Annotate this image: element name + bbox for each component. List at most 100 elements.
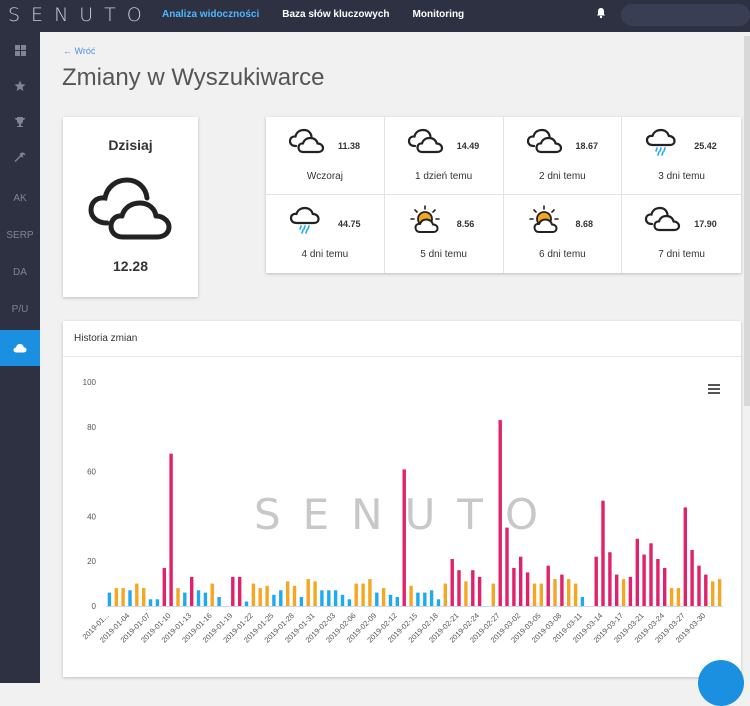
y-tick-label: 60 (87, 468, 96, 477)
nav-baza-slow-kluczowych[interactable]: Baza słów kluczowych (282, 9, 389, 20)
bar (306, 579, 310, 606)
bar (279, 590, 283, 606)
bar (286, 581, 290, 606)
y-tick-label: 100 (83, 378, 97, 387)
scrollbar[interactable] (744, 36, 750, 406)
chart-menu-icon[interactable] (708, 384, 720, 394)
bar (697, 565, 701, 606)
bar (423, 592, 427, 606)
sidebar-item-pu[interactable]: P/U (0, 291, 40, 327)
bar (525, 572, 530, 606)
days-grid: 11.38 Wczoraj 14.49 1 dzień temu 18.67 2 dni … (266, 117, 741, 273)
bar (176, 588, 180, 606)
sidebar-item-serp[interactable]: SERP (0, 217, 40, 253)
bar (320, 590, 324, 606)
cloud-icon (88, 177, 172, 240)
bar (162, 567, 166, 606)
bar (532, 583, 537, 606)
day-label: 2 dni temu (539, 171, 586, 182)
sidebar-item-da[interactable]: DA (0, 254, 40, 290)
bar (272, 594, 276, 606)
day-value: 8.56 (456, 219, 475, 229)
bar (615, 574, 619, 606)
bar (477, 576, 482, 606)
bar (409, 585, 413, 606)
sun-cloud-icon (409, 205, 440, 233)
sidebar-item-ak[interactable]: AK (0, 180, 40, 216)
bar (196, 590, 201, 606)
bar (683, 507, 687, 606)
bar (327, 590, 331, 606)
bar (471, 570, 475, 606)
day-cell: 8.68 6 dni temu (504, 195, 623, 273)
bar (292, 585, 297, 606)
sidebar-item-search-changes[interactable] (0, 330, 40, 366)
bar (656, 559, 660, 606)
cloud-icon (526, 128, 562, 154)
bar (553, 579, 557, 606)
top-bar: SENUTO Analiza widoczności Baza słów klu… (0, 0, 750, 32)
cloud-icon (13, 344, 27, 353)
bar (148, 599, 153, 606)
bar (265, 585, 269, 606)
bar (635, 538, 639, 606)
watermark: SENUTO (254, 490, 560, 539)
bar (107, 592, 112, 606)
sidebar-item-trophy[interactable] (0, 104, 40, 140)
cloud-icon (407, 128, 443, 154)
day-cell: 11.38 Wczoraj (266, 117, 385, 195)
sidebar-item-star[interactable] (0, 68, 40, 104)
bar (121, 588, 125, 606)
bar (217, 597, 221, 606)
bar (169, 453, 173, 606)
bar (340, 594, 345, 606)
sidebar-item-dashboard[interactable] (0, 32, 40, 68)
senuto-logo[interactable]: SENUTO (8, 4, 153, 26)
bar (443, 583, 447, 606)
day-cell: 44.75 4 dni temu (266, 195, 385, 273)
back-link[interactable]: ← Wróć (63, 46, 95, 56)
rain-cloud-icon (289, 206, 320, 234)
nav-analiza-widocznosci[interactable]: Analiza widoczności (162, 9, 259, 20)
user-search-pill[interactable] (621, 4, 750, 26)
bar (457, 570, 461, 606)
chat-button[interactable] (698, 660, 744, 706)
wrench-icon (14, 152, 26, 162)
trophy-icon (15, 117, 25, 127)
sidebar-item-tools[interactable] (0, 140, 40, 176)
bar (491, 583, 495, 606)
day-label: 7 dni temu (658, 249, 705, 260)
bar (704, 574, 708, 606)
day-label: Wczoraj (306, 171, 343, 182)
cloud-icon (288, 128, 325, 154)
bar (381, 588, 386, 606)
page-title: Zmiany w Wyszukiwarce (62, 64, 325, 91)
bar (711, 581, 715, 606)
today-value: 12.28 (112, 258, 149, 274)
bar (621, 579, 626, 606)
bar (135, 583, 139, 606)
bar (594, 556, 598, 606)
bar (573, 583, 578, 606)
nav-monitoring[interactable]: Monitoring (413, 9, 465, 20)
history-card: Historia zmian SENUTO 0 20 40 60 80 100 2019-01… (63, 321, 741, 677)
bar (464, 581, 468, 606)
bar (519, 556, 523, 606)
bar (354, 583, 358, 606)
bar (183, 592, 187, 606)
day-label: 1 dzień temu (414, 171, 473, 182)
day-value: 44.75 (338, 219, 361, 229)
bar (244, 601, 249, 606)
rain-cloud-icon (646, 128, 676, 156)
bar (690, 550, 694, 606)
bar (402, 469, 406, 606)
bell-icon[interactable] (596, 7, 606, 19)
day-label: 6 dni temu (539, 249, 586, 260)
today-card: Dzisiaj 12.28 (63, 117, 198, 297)
bar (238, 576, 242, 606)
bar (361, 583, 365, 606)
day-cell: 25.42 3 dni temu (622, 117, 741, 195)
day-cell: 18.67 2 dni temu (503, 117, 623, 195)
day-value: 8.68 (575, 219, 594, 229)
bar (560, 574, 564, 606)
